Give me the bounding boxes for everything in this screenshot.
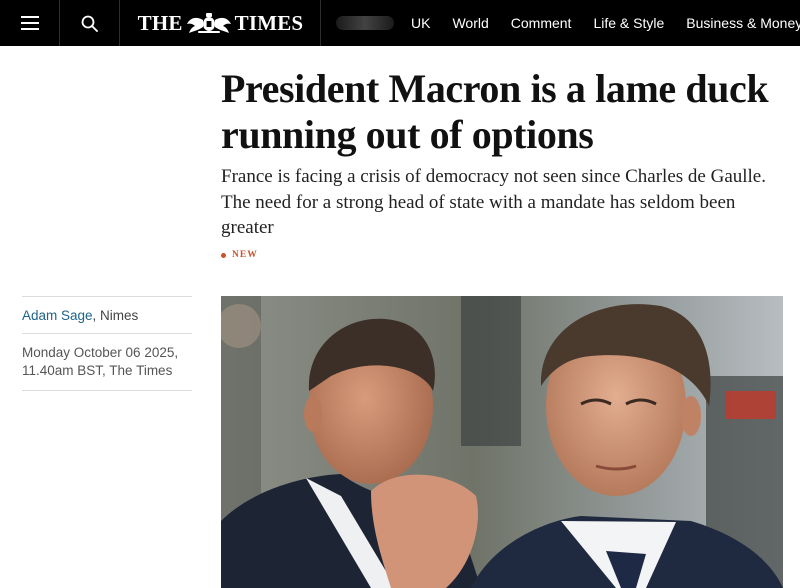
royal-crest-icon — [186, 13, 231, 33]
menu-button[interactable] — [0, 0, 60, 46]
author-location: , Nimes — [92, 308, 139, 323]
masthead-word-the: THE — [137, 10, 183, 35]
publish-date: Monday October 06 2025, 11.40am BST, The… — [22, 334, 192, 390]
author-link[interactable]: Adam Sage — [22, 308, 93, 323]
masthead-word-times: TIMES — [234, 10, 304, 35]
times-masthead-logo[interactable]: THE TIMES — [121, 0, 321, 46]
article-headline: President Macron is a lame duck running … — [221, 66, 769, 157]
search-button[interactable] — [60, 0, 120, 46]
nav-link-business-money[interactable]: Business & Money — [686, 15, 800, 31]
divider — [22, 390, 192, 391]
article-lead-image[interactable] — [221, 296, 783, 588]
search-icon — [81, 15, 98, 32]
article-standfirst: France is facing a crisis of democracy n… — [221, 166, 766, 238]
obscured-nav-item — [336, 16, 394, 30]
nav-link-uk[interactable]: UK — [411, 15, 430, 31]
author-row: Adam Sage, Nimes — [22, 297, 192, 333]
new-label: NEW — [232, 250, 258, 260]
nav-link-world[interactable]: World — [452, 15, 488, 31]
publish-date-line: Monday October 06 2025, — [22, 345, 179, 360]
new-badge: NEW — [221, 250, 258, 260]
hamburger-menu-icon — [20, 16, 39, 30]
byline-panel: Adam Sage, Nimes Monday October 06 2025,… — [22, 296, 192, 391]
top-navigation-bar: THE TIMES UK World Comment Life & Style … — [0, 0, 800, 46]
publish-time-source: 11.40am BST, The Times — [22, 363, 173, 378]
section-nav: UK World Comment Life & Style Business &… — [322, 0, 800, 46]
new-dot-icon — [221, 252, 226, 258]
nav-link-comment[interactable]: Comment — [511, 15, 572, 31]
nav-link-life-style[interactable]: Life & Style — [593, 15, 664, 31]
lead-photo-illustration — [221, 296, 783, 588]
